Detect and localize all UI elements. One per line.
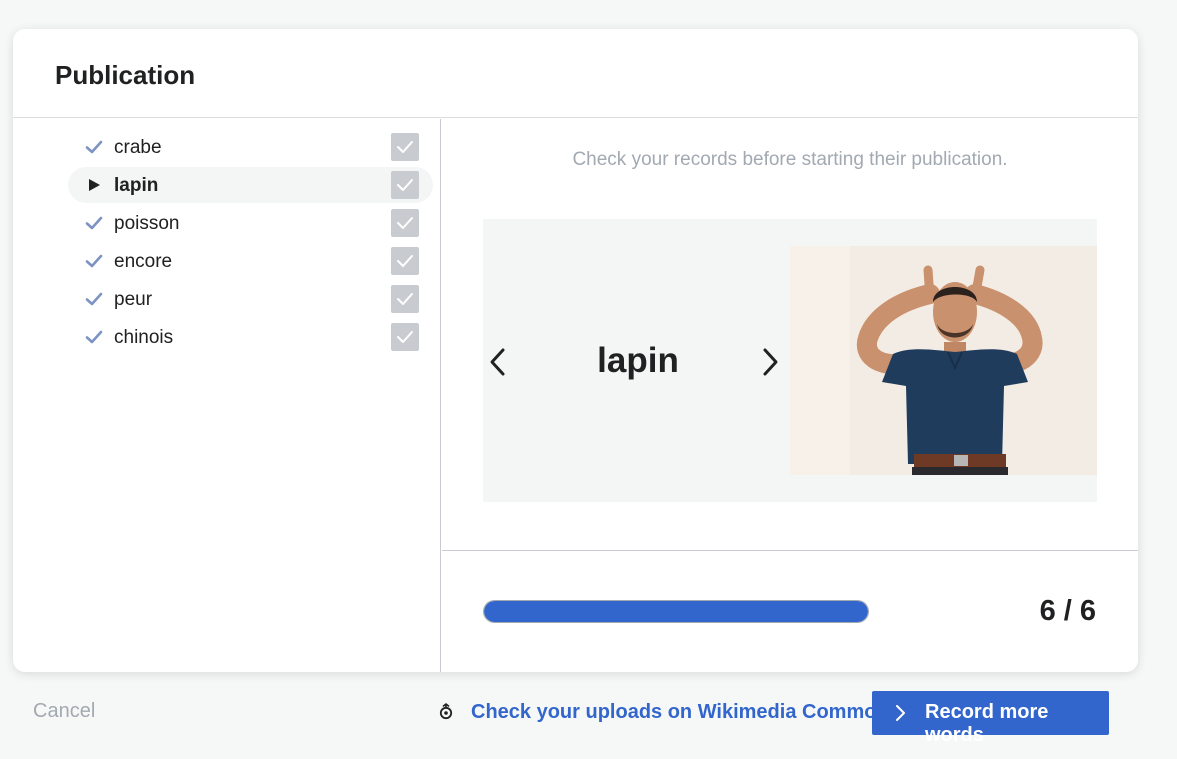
word-label: peur xyxy=(114,289,153,310)
word-label: lapin xyxy=(114,175,159,196)
dialog-header: Publication xyxy=(13,29,1138,118)
word-checkbox[interactable] xyxy=(391,285,419,313)
word-checkbox[interactable] xyxy=(391,209,419,237)
word-checkbox[interactable] xyxy=(391,247,419,275)
pane-divider xyxy=(442,550,1138,551)
word-label: crabe xyxy=(114,137,162,158)
chevron-right-icon[interactable] xyxy=(757,345,783,379)
word-checkbox[interactable] xyxy=(391,171,419,199)
check-icon xyxy=(84,327,104,347)
list-item-active[interactable]: lapin xyxy=(68,167,433,203)
play-icon xyxy=(84,175,104,195)
word-label: chinois xyxy=(114,327,174,348)
word-checkbox[interactable] xyxy=(391,323,419,351)
check-icon xyxy=(84,289,104,309)
commons-link-label: Check your uploads on Wikimedia Commons xyxy=(471,700,900,723)
list-item[interactable]: poisson xyxy=(68,205,433,241)
list-item[interactable]: peur xyxy=(68,281,433,317)
progress-fill xyxy=(484,601,868,622)
check-icon xyxy=(84,251,104,271)
record-preview: lapin xyxy=(483,219,1097,502)
current-word: lapin xyxy=(597,341,679,380)
preview-pane: Check your records before starting their… xyxy=(442,119,1138,672)
wikimedia-commons-icon xyxy=(437,703,455,721)
list-item[interactable]: encore xyxy=(68,243,433,279)
sign-video[interactable] xyxy=(790,246,1097,475)
word-label: encore xyxy=(114,251,173,272)
cancel-button[interactable]: Cancel xyxy=(33,700,95,723)
publication-dialog: Publication crabe lapin poisson encore p… xyxy=(13,29,1138,672)
check-icon xyxy=(84,213,104,233)
commons-uploads-link[interactable]: Check your uploads on Wikimedia Commons xyxy=(437,698,900,726)
chevron-left-icon[interactable] xyxy=(485,345,511,379)
progress-count: 6 / 6 xyxy=(1039,595,1096,627)
instructions-text: Check your records before starting their… xyxy=(572,149,1008,170)
record-more-words-label: Record more words xyxy=(925,701,1049,746)
check-icon xyxy=(84,137,104,157)
record-more-words-button[interactable]: Record more words xyxy=(872,691,1109,746)
word-list: crabe lapin poisson encore peur chinois xyxy=(13,119,441,672)
chevron-right-icon xyxy=(894,705,906,726)
list-item[interactable]: chinois xyxy=(68,319,433,355)
word-label: poisson xyxy=(114,213,180,234)
publication-progress-bar xyxy=(483,600,869,623)
list-item[interactable]: crabe xyxy=(68,129,433,165)
dialog-title: Publication xyxy=(55,60,196,90)
word-checkbox[interactable] xyxy=(391,133,419,161)
